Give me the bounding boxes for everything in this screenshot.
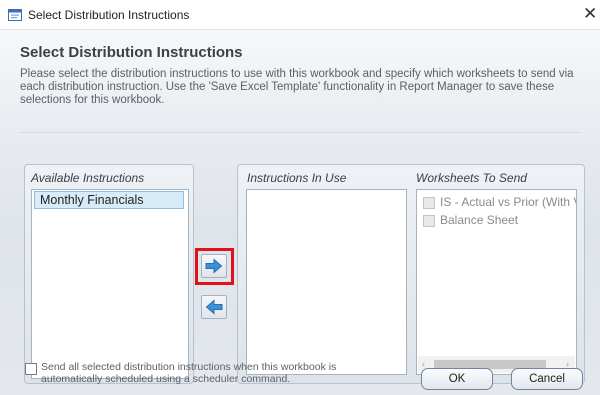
schedule-checkbox-label: Send all selected distribution instructi…	[41, 361, 337, 385]
close-icon[interactable]: ✕	[583, 5, 597, 23]
worksheet-checkbox[interactable]	[423, 215, 435, 227]
dialog-heading: Select Distribution Instructions	[20, 44, 243, 61]
available-instructions-panel: Available Instructions Monthly Financial…	[24, 164, 194, 384]
remove-instruction-button[interactable]	[201, 295, 227, 319]
available-instructions-label: Available Instructions	[31, 171, 145, 185]
worksheet-label: IS - Actual vs Prior (With V	[440, 195, 577, 209]
instructions-in-use-label: Instructions In Use	[247, 171, 347, 185]
worksheets-to-send-list[interactable]: IS - Actual vs Prior (With V Balance She…	[416, 189, 577, 375]
dialog-window: Select Distribution Instructions ✕ Selec…	[0, 0, 600, 395]
worksheet-checkbox[interactable]	[423, 197, 435, 209]
instructions-in-use-panel: Instructions In Use Worksheets To Send I…	[237, 164, 585, 384]
ok-button[interactable]: OK	[421, 368, 493, 390]
worksheet-label: Balance Sheet	[440, 213, 519, 227]
arrow-right-icon	[205, 258, 223, 274]
add-instruction-button[interactable]	[201, 254, 227, 278]
dialog-description: Please select the distribution instructi…	[20, 68, 574, 106]
header-divider	[20, 132, 580, 133]
instructions-in-use-list[interactable]	[246, 189, 407, 375]
schedule-checkbox[interactable]	[25, 363, 37, 375]
app-window-icon	[8, 9, 22, 21]
worksheets-to-send-label: Worksheets To Send	[416, 171, 527, 185]
dialog-body: Select Distribution Instructions Please …	[0, 30, 600, 395]
cancel-button[interactable]: Cancel	[511, 368, 583, 390]
window-title: Select Distribution Instructions	[28, 8, 190, 22]
available-instructions-list[interactable]: Monthly Financials	[31, 189, 189, 379]
arrow-left-icon	[205, 299, 223, 315]
title-bar: Select Distribution Instructions ✕	[0, 0, 600, 30]
list-item[interactable]: Monthly Financials	[34, 191, 184, 209]
